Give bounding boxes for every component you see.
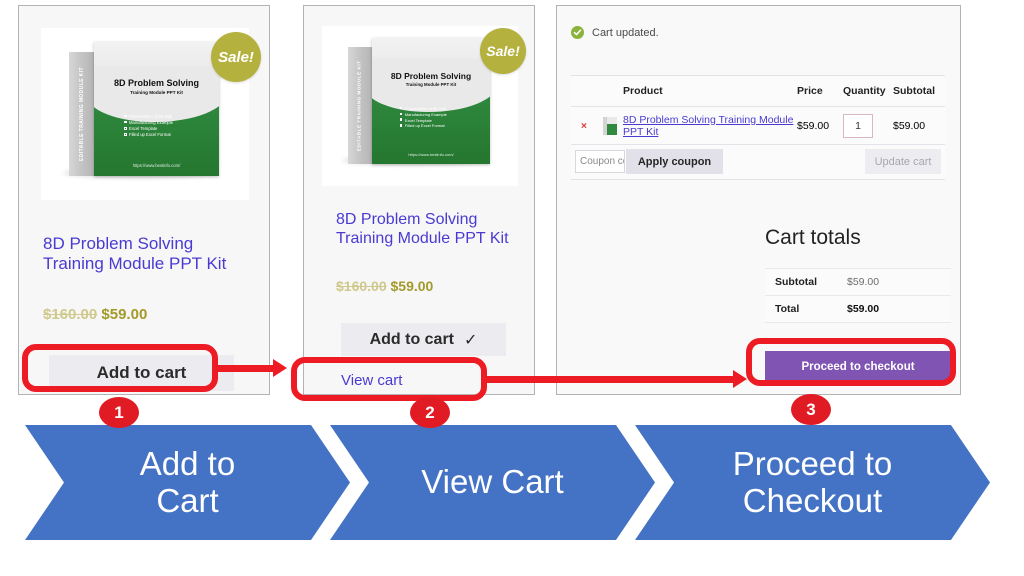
arrow-2-head <box>733 370 747 388</box>
product-card-panel-1: EDITABLE TRAINING MODULE KIT 8D Problem … <box>18 5 270 395</box>
arrow-2-line <box>487 376 736 383</box>
original-price: $160.00 <box>336 278 387 294</box>
col-thumbnail <box>597 75 623 107</box>
product-thumbnail[interactable] <box>597 106 623 145</box>
process-step-1-label: Add to Cart <box>134 444 241 520</box>
product-card-panel-2: EDITABLE TRAINING MODULE KIT 8D Problem … <box>303 5 535 395</box>
coupon-row-cell: Coupon code Apply coupon Update cart <box>571 144 945 180</box>
remove-item-button[interactable]: × <box>571 106 597 145</box>
box-subtitle: Training Module PPT Kit <box>405 82 457 87</box>
step-badge-3: 3 <box>791 394 831 425</box>
process-step-2-chevron: View Cart <box>330 425 655 540</box>
box-feature-list: Presentation of 8D with Manufacturing Ex… <box>400 106 447 129</box>
coupon-row: Coupon code Apply coupon Update cart <box>571 144 945 180</box>
add-to-cart-button-1[interactable]: Add to cart <box>49 355 234 391</box>
box-url: https://www.bestinfo.com/ <box>132 163 181 168</box>
process-step-2-label: View Cart <box>415 463 569 501</box>
totals-row-subtotal: Subtotal $59.00 <box>765 268 951 296</box>
process-step-3-line2: Checkout <box>742 481 883 519</box>
product-title-link-2[interactable]: 8D Problem Solving Training Module PPT K… <box>336 211 516 249</box>
col-product: Product <box>623 75 797 107</box>
cart-totals-table: Subtotal $59.00 Total $59.00 <box>765 268 951 323</box>
product-name-cell: 8D Problem Solving Training Module PPT K… <box>623 106 797 145</box>
box-feature-item: Filled up Excel Format <box>124 132 173 138</box>
box-feature-item: Filled up Excel Format <box>400 123 447 129</box>
update-cart-button: Update cart <box>865 149 941 174</box>
price-row-2: $160.00 $59.00 <box>336 278 433 294</box>
box-spine-label: EDITABLE TRAINING MODULE KIT <box>78 67 85 161</box>
cart-page-panel-3: Cart updated. Product Price Quantity Sub… <box>556 5 961 395</box>
product-subtotal-cell: $59.00 <box>893 106 945 145</box>
sale-price: $59.00 <box>101 306 148 323</box>
totals-row-total: Total $59.00 <box>765 295 951 323</box>
screenshot-canvas: EDITABLE TRAINING MODULE KIT 8D Problem … <box>0 0 1024 576</box>
product-quantity-cell: 1 <box>843 106 893 145</box>
product-title-link-1[interactable]: 8D Problem Solving Training Module PPT K… <box>43 234 248 274</box>
process-step-2-line1: View Cart <box>421 463 564 501</box>
apply-coupon-button[interactable]: Apply coupon <box>626 149 723 174</box>
proceed-to-checkout-button[interactable]: Proceed to checkout <box>765 351 951 383</box>
box-spine: EDITABLE TRAINING MODULE KIT <box>348 47 372 164</box>
quantity-input[interactable]: 1 <box>843 113 873 138</box>
process-step-1-line1: Add to <box>139 444 236 482</box>
box-front-face: 8D Problem Solving Training Module PPT K… <box>94 42 219 176</box>
col-subtotal: Subtotal <box>893 75 945 107</box>
subtotal-value: $59.00 <box>837 268 951 296</box>
product-image-2[interactable]: EDITABLE TRAINING MODULE KIT 8D Problem … <box>322 26 526 186</box>
product-image-1[interactable]: EDITABLE TRAINING MODULE KIT 8D Problem … <box>41 28 261 200</box>
sale-badge: Sale! <box>211 32 261 82</box>
table-row: × 8D Problem Solving Training Module PPT… <box>571 106 945 145</box>
col-remove <box>571 75 597 107</box>
total-value: $59.00 <box>837 295 951 323</box>
price-row-1: $160.00 $59.00 <box>43 306 147 323</box>
total-label: Total <box>765 295 837 323</box>
check-circle-icon <box>571 26 584 39</box>
col-price: Price <box>797 75 843 107</box>
product-thumbnail-image <box>603 116 617 135</box>
arrow-1-head <box>273 359 287 377</box>
cart-updated-text: Cart updated. <box>592 26 659 39</box>
box-spine: EDITABLE TRAINING MODULE KIT <box>69 52 94 176</box>
box-title: 8D Problem Solving <box>113 78 200 88</box>
cart-table-header-row: Product Price Quantity Subtotal <box>571 75 945 107</box>
view-cart-link[interactable]: View cart <box>341 372 402 389</box>
process-step-1-line2: Cart <box>156 481 219 519</box>
box-url: https://www.bestinfo.com/ <box>408 152 454 157</box>
box-front-face: 8D Problem Solving Training Module PPT K… <box>372 38 490 164</box>
cart-updated-notice: Cart updated. <box>571 26 659 39</box>
process-step-1-chevron: Add to Cart <box>25 425 350 540</box>
original-price: $160.00 <box>43 306 98 323</box>
add-to-cart-label: Add to cart <box>369 330 455 348</box>
box-title: 8D Problem Solving <box>390 71 472 81</box>
arrow-1-line <box>218 365 276 372</box>
cart-items-table: Product Price Quantity Subtotal × 8D Pro… <box>571 75 945 180</box>
col-quantity: Quantity <box>843 75 893 107</box>
cart-totals-title: Cart totals <box>765 226 861 249</box>
check-icon: ✓ <box>464 331 478 349</box>
step-badge-2: 2 <box>410 397 450 428</box>
sale-badge: Sale! <box>480 28 526 74</box>
box-spine-label: EDITABLE TRAINING MODULE KIT <box>357 60 363 151</box>
coupon-input[interactable]: Coupon code <box>575 150 625 173</box>
sale-price: $59.00 <box>390 278 434 294</box>
subtotal-label: Subtotal <box>765 268 837 296</box>
add-to-cart-button-2[interactable]: Add to cart ✓ <box>341 323 506 356</box>
process-step-3-line1: Proceed to <box>732 444 893 482</box>
process-step-3-label: Proceed to Checkout <box>727 444 899 520</box>
step-badge-1: 1 <box>99 397 139 428</box>
product-box-3d: EDITABLE TRAINING MODULE KIT 8D Problem … <box>69 42 219 176</box>
process-step-3-chevron: Proceed to Checkout <box>635 425 990 540</box>
product-price-cell: $59.00 <box>797 106 843 145</box>
product-box-3d: EDITABLE TRAINING MODULE KIT 8D Problem … <box>348 38 490 164</box>
box-subtitle: Training Module PPT Kit <box>130 90 183 95</box>
box-feature-list: Presentation of 8D with Manufacturing Ex… <box>124 114 173 138</box>
cart-product-link[interactable]: 8D Problem Solving Training Module PPT K… <box>623 114 793 138</box>
